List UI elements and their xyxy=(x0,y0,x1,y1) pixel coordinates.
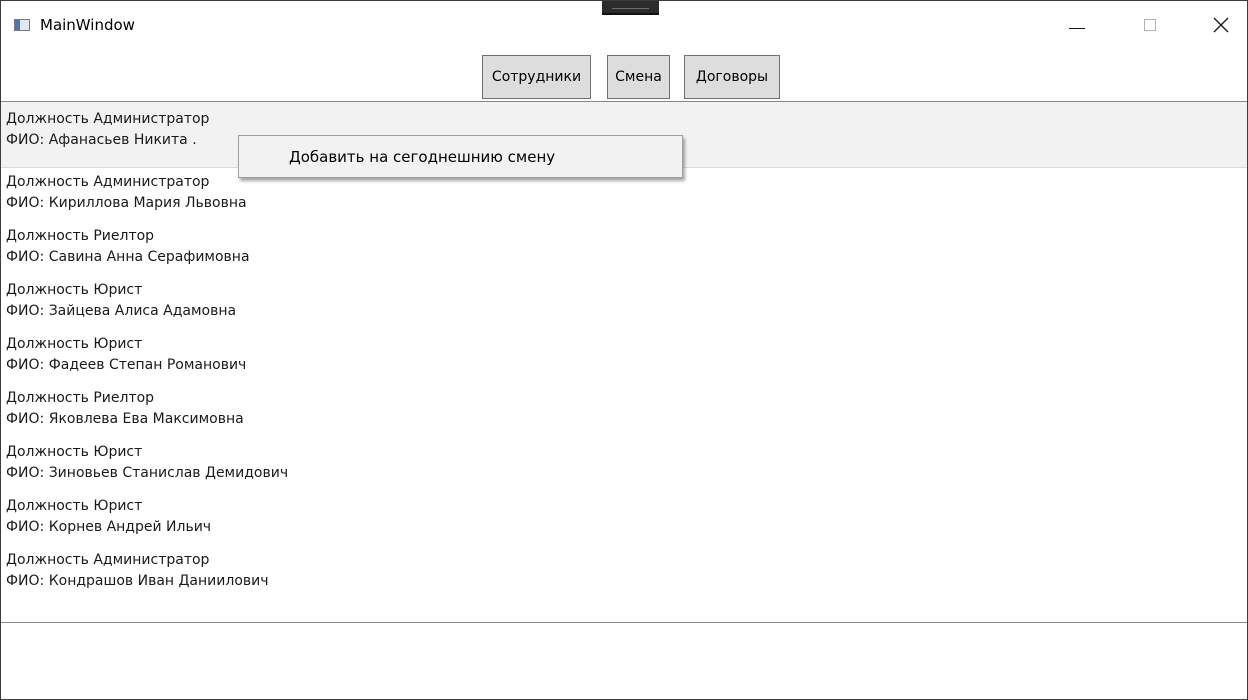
debug-toolbar-handle[interactable] xyxy=(602,1,659,15)
contracts-button[interactable]: Договоры xyxy=(684,55,780,99)
employee-position: Должность Юрист xyxy=(6,282,143,298)
list-item[interactable]: Должность Юрист ФИО: Зиновьев Станислав … xyxy=(1,438,1247,492)
window-title: MainWindow xyxy=(40,16,135,34)
list-item[interactable]: Должность Юрист ФИО: Корнев Андрей Ильич xyxy=(1,492,1247,546)
employee-name: ФИО: Фадеев Степан Романович xyxy=(6,357,247,373)
list-item[interactable]: Должность Администратор ФИО: Кондрашов И… xyxy=(1,546,1247,600)
list-item[interactable]: Должность Юрист ФИО: Зайцева Алиса Адамо… xyxy=(1,276,1247,330)
employees-list[interactable]: Должность Администратор ФИО: Афанасьев Н… xyxy=(1,101,1247,623)
employee-name: ФИО: Зиновьев Станислав Демидович xyxy=(6,465,289,481)
employee-name: ФИО: Кондрашов Иван Даниилович xyxy=(6,573,269,589)
employee-name: ФИО: Савина Анна Серафимовна xyxy=(6,249,250,265)
shift-button[interactable]: Смена xyxy=(607,55,670,99)
maximize-icon xyxy=(1144,19,1156,31)
employee-name: ФИО: Яковлева Ева Максимовна xyxy=(6,411,244,427)
employees-button[interactable]: Сотрудники xyxy=(482,55,591,99)
employee-position: Должность Юрист xyxy=(6,336,143,352)
app-icon xyxy=(14,19,30,31)
employee-position: Должность Юрист xyxy=(6,498,143,514)
title-bar[interactable]: MainWindow xyxy=(1,1,1247,45)
employee-position: Должность Риелтор xyxy=(6,390,155,406)
maximize-button[interactable] xyxy=(1130,11,1170,39)
close-icon xyxy=(1213,17,1229,33)
employee-name: ФИО: Кириллова Мария Львовна xyxy=(6,195,247,211)
list-item[interactable]: Должность Юрист ФИО: Фадеев Степан Роман… xyxy=(1,330,1247,384)
minimize-icon xyxy=(1069,27,1085,29)
nav-toolbar: Сотрудники Смена Договоры xyxy=(1,55,1247,99)
close-button[interactable] xyxy=(1201,11,1241,39)
main-window: MainWindow Сотрудники Смена Договоры Дол… xyxy=(0,0,1248,700)
minimize-button[interactable] xyxy=(1057,11,1097,39)
list-item[interactable]: Должность Риелтор ФИО: Савина Анна Сераф… xyxy=(1,222,1247,276)
context-menu: Добавить на сегоднешнию смену xyxy=(238,135,683,178)
employee-name: ФИО: Зайцева Алиса Адамовна xyxy=(6,303,237,319)
list-item[interactable]: Должность Риелтор ФИО: Яковлева Ева Макс… xyxy=(1,384,1247,438)
add-to-shift-menu-item[interactable]: Добавить на сегоднешнию смену xyxy=(241,139,680,174)
employee-position: Должность Администратор xyxy=(6,552,210,568)
employee-position: Должность Риелтор xyxy=(6,228,155,244)
employee-position: Должность Администратор xyxy=(6,111,210,127)
employee-name: ФИО: Корнев Андрей Ильич xyxy=(6,519,212,535)
employee-position: Должность Юрист xyxy=(6,444,143,460)
